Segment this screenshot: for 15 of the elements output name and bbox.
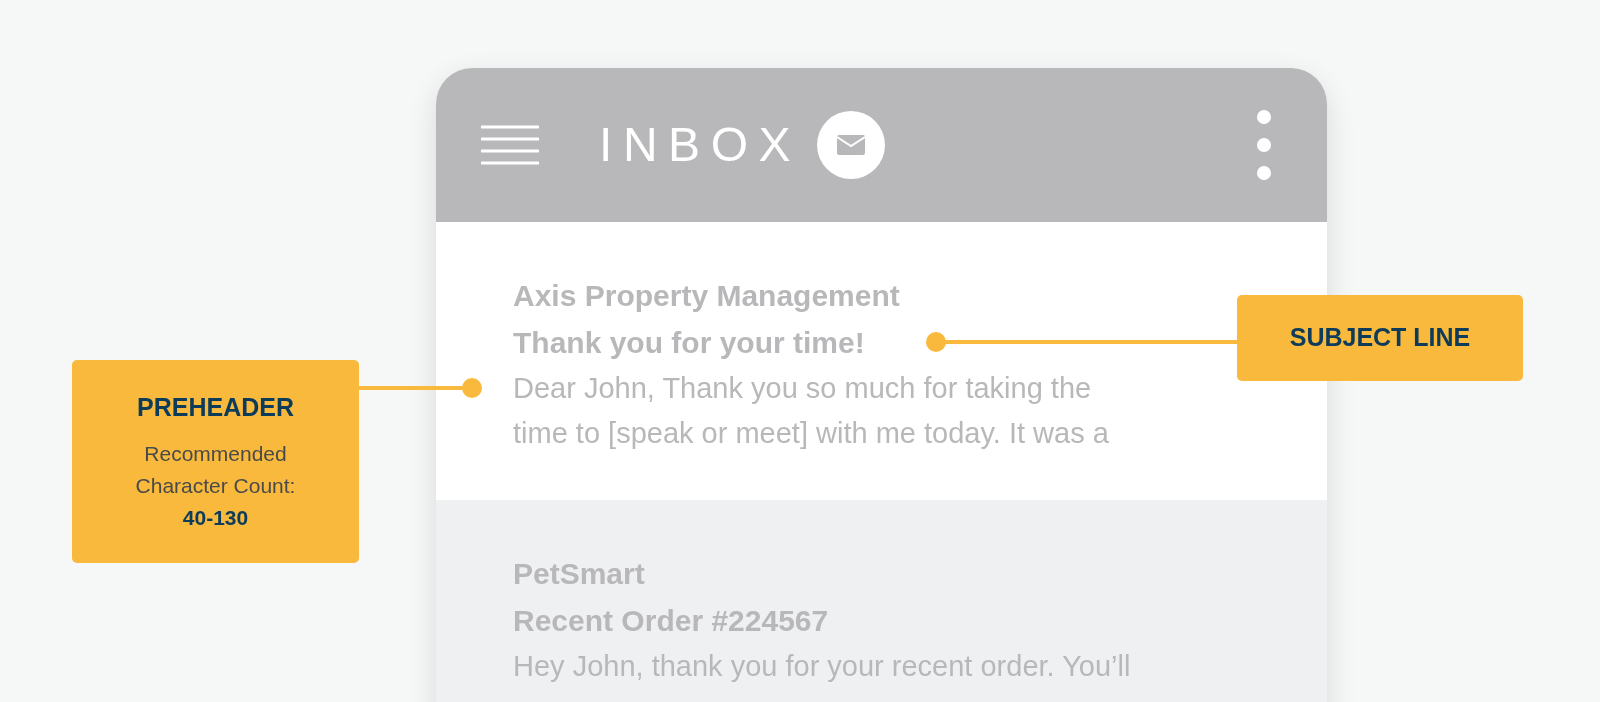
preview-line: time to [speak or meet] with me today. It was a <box>513 416 1109 451</box>
sender-name: PetSmart <box>513 556 645 592</box>
character-count: 40-130 <box>182 505 249 532</box>
more-options-icon[interactable] <box>1256 109 1272 181</box>
inbox-title: INBOX <box>599 121 802 169</box>
subject-line: Recent Order #224567 <box>513 603 829 639</box>
menu-icon[interactable] <box>481 125 539 165</box>
sender-name: Axis Property Management <box>513 278 900 314</box>
callout-title: PREHEADER <box>137 391 294 423</box>
preview-line: Dear John, Thank you so much for taking the <box>513 371 1092 406</box>
callout-note: Recommended Character Count: <box>134 441 297 500</box>
subject-line: Thank you for your time! <box>513 325 865 361</box>
message-item[interactable]: PetSmart Recent Order #224567 Hey John, thank you for your recent order. You’ll <box>436 500 1327 702</box>
preview-line: Hey John, thank you for your recent order. You’ll <box>513 649 1131 684</box>
envelope-icon <box>817 111 886 179</box>
